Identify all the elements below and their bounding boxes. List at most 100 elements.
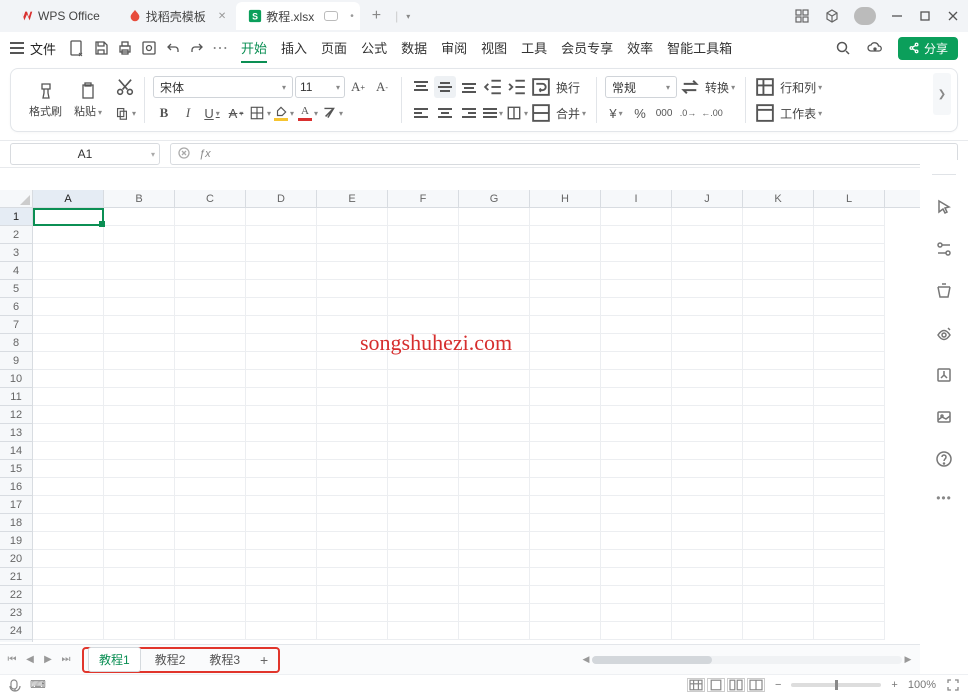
row-header[interactable]: 8	[0, 334, 32, 352]
cell[interactable]	[388, 532, 459, 550]
cell[interactable]	[459, 550, 530, 568]
cell[interactable]	[317, 460, 388, 478]
cell[interactable]	[743, 604, 814, 622]
row-header[interactable]: 14	[0, 442, 32, 460]
cell[interactable]	[388, 352, 459, 370]
cell[interactable]	[743, 352, 814, 370]
cell[interactable]	[601, 262, 672, 280]
cell[interactable]	[814, 280, 885, 298]
cell[interactable]	[175, 514, 246, 532]
cell[interactable]	[175, 208, 246, 226]
cell[interactable]	[104, 532, 175, 550]
cell[interactable]	[672, 262, 743, 280]
cell[interactable]	[175, 334, 246, 352]
cell[interactable]	[104, 622, 175, 640]
cell[interactable]	[530, 370, 601, 388]
cell[interactable]	[317, 604, 388, 622]
cell[interactable]	[672, 388, 743, 406]
row-header[interactable]: 13	[0, 424, 32, 442]
cell[interactable]	[33, 568, 104, 586]
sheet-next-button[interactable]: ▶	[40, 650, 56, 670]
cell[interactable]	[459, 496, 530, 514]
cell[interactable]	[601, 316, 672, 334]
cell[interactable]	[175, 622, 246, 640]
cell[interactable]	[175, 370, 246, 388]
column-header[interactable]: E	[317, 190, 388, 207]
cell[interactable]	[672, 352, 743, 370]
cell[interactable]	[104, 514, 175, 532]
tab-review[interactable]: 审阅	[441, 34, 467, 63]
cell[interactable]	[175, 280, 246, 298]
cell[interactable]	[104, 478, 175, 496]
cell[interactable]	[530, 388, 601, 406]
view-reading-icon[interactable]	[747, 678, 765, 692]
cell[interactable]	[246, 370, 317, 388]
cell[interactable]	[33, 478, 104, 496]
cell[interactable]	[672, 568, 743, 586]
cell[interactable]	[601, 352, 672, 370]
cell[interactable]	[672, 208, 743, 226]
cell[interactable]	[33, 280, 104, 298]
row-header[interactable]: 17	[0, 496, 32, 514]
cell[interactable]	[672, 226, 743, 244]
tab-efficiency[interactable]: 效率	[627, 34, 653, 63]
align-right-icon[interactable]	[458, 102, 480, 124]
row-header[interactable]: 18	[0, 514, 32, 532]
cell[interactable]	[246, 460, 317, 478]
fill-color-button[interactable]: ▾	[273, 102, 295, 124]
cell[interactable]	[388, 280, 459, 298]
cell[interactable]	[743, 280, 814, 298]
tab-formula[interactable]: 公式	[361, 34, 387, 63]
window-state-icon[interactable]	[324, 11, 338, 21]
cell[interactable]	[104, 226, 175, 244]
more-panels-icon[interactable]: •••	[936, 491, 952, 505]
cell[interactable]	[672, 406, 743, 424]
cell[interactable]	[743, 568, 814, 586]
cell[interactable]	[246, 514, 317, 532]
decrease-indent-icon[interactable]	[482, 76, 504, 98]
bold-button[interactable]: B	[153, 102, 175, 124]
cell[interactable]	[601, 370, 672, 388]
style-icon[interactable]	[934, 323, 954, 343]
column-header[interactable]: L	[814, 190, 885, 207]
underline-button[interactable]: U▾	[201, 102, 223, 124]
cell[interactable]	[246, 280, 317, 298]
minimize-button[interactable]	[890, 9, 904, 23]
cell[interactable]	[672, 316, 743, 334]
cell[interactable]	[246, 388, 317, 406]
cell[interactable]	[388, 622, 459, 640]
cell[interactable]	[814, 478, 885, 496]
cell[interactable]	[530, 298, 601, 316]
cell[interactable]	[459, 226, 530, 244]
cell[interactable]	[175, 352, 246, 370]
cell[interactable]	[104, 208, 175, 226]
tab-insert[interactable]: 插入	[281, 34, 307, 63]
convert-button[interactable]	[679, 76, 701, 98]
cell[interactable]	[388, 568, 459, 586]
cell[interactable]	[175, 442, 246, 460]
cell[interactable]	[530, 316, 601, 334]
cell[interactable]	[743, 460, 814, 478]
cell[interactable]	[601, 460, 672, 478]
cell[interactable]	[33, 550, 104, 568]
cell[interactable]	[388, 298, 459, 316]
cell[interactable]	[388, 550, 459, 568]
cell[interactable]	[530, 478, 601, 496]
cell[interactable]	[33, 604, 104, 622]
cell[interactable]	[530, 262, 601, 280]
cell[interactable]	[33, 496, 104, 514]
cell[interactable]	[317, 478, 388, 496]
cell[interactable]	[459, 352, 530, 370]
cell[interactable]	[388, 460, 459, 478]
cell[interactable]	[33, 316, 104, 334]
column-header[interactable]: K	[743, 190, 814, 207]
cell[interactable]	[317, 334, 388, 352]
view-normal-icon[interactable]	[687, 678, 705, 692]
increase-decimal-icon[interactable]: ←.00	[701, 102, 723, 124]
cell[interactable]	[33, 352, 104, 370]
cell[interactable]	[388, 334, 459, 352]
cell[interactable]	[33, 406, 104, 424]
cell[interactable]	[530, 532, 601, 550]
cell[interactable]	[388, 226, 459, 244]
row-header[interactable]: 19	[0, 532, 32, 550]
